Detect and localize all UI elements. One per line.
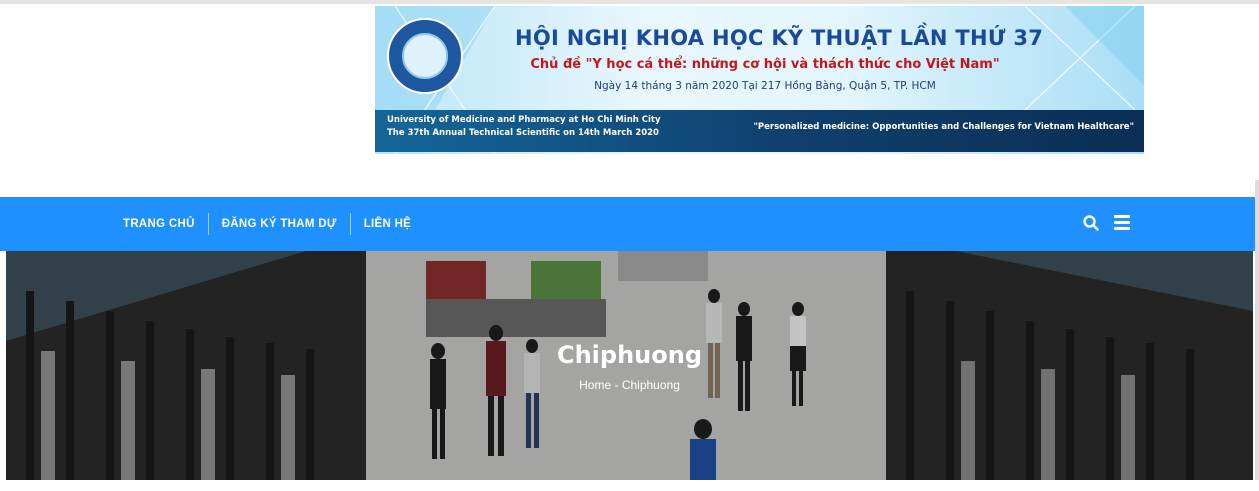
banner-slogan: "Personalized medicine: Opportunities an… [753,122,1134,132]
breadcrumb-home-link[interactable]: Home [579,378,611,392]
search-icon[interactable] [1082,214,1100,232]
nav-separator [207,213,209,235]
page: HỘI NGHỊ KHOA HỌC KỸ THUẬT LẦN THỨ 37 Ch… [0,0,1259,491]
banner-university-line1: University of Medicine and Pharmacy at H… [387,115,661,125]
nav-menu: TRANG CHỦ ĐĂNG KÝ THAM DỰ LIÊN HỆ [123,197,411,251]
scrollbar[interactable] [1255,180,1259,480]
conference-banner[interactable]: HỘI NGHỊ KHOA HỌC KỸ THUẬT LẦN THỨ 37 Ch… [375,6,1144,154]
nav-item-contact[interactable]: LIÊN HỆ [364,218,411,230]
breadcrumb-current: Chiphuong [621,378,680,392]
page-title: Chiphuong [556,341,703,369]
breadcrumb: Home - Chiphuong [6,378,1253,392]
nav-item-home[interactable]: TRANG CHỦ [123,218,195,230]
nav-item-register[interactable]: ĐĂNG KÝ THAM DỰ [222,218,337,230]
banner-title: HỘI NGHỊ KHOA HỌC KỸ THUẬT LẦN THỨ 37 [515,26,1044,50]
page-hero: Chiphuong Home - Chiphuong [6,251,1253,480]
nav-separator [349,213,351,235]
breadcrumb-separator: - [611,378,622,392]
top-divider [0,0,1259,4]
banner-university: University of Medicine and Pharmacy at H… [387,114,661,140]
hamburger-menu-icon[interactable] [1114,215,1130,231]
main-navbar: TRANG CHỦ ĐĂNG KÝ THAM DỰ LIÊN HỆ [0,197,1259,251]
banner-university-line2: The 37th Annual Technical Scientific on … [387,128,659,138]
banner-date: Ngày 14 tháng 3 năm 2020 Tại 217 Hồng Bà… [594,80,936,92]
university-seal-icon [387,18,463,94]
banner-theme: Chủ đề "Y học cá thể: những cơ hội và th… [530,57,1000,72]
